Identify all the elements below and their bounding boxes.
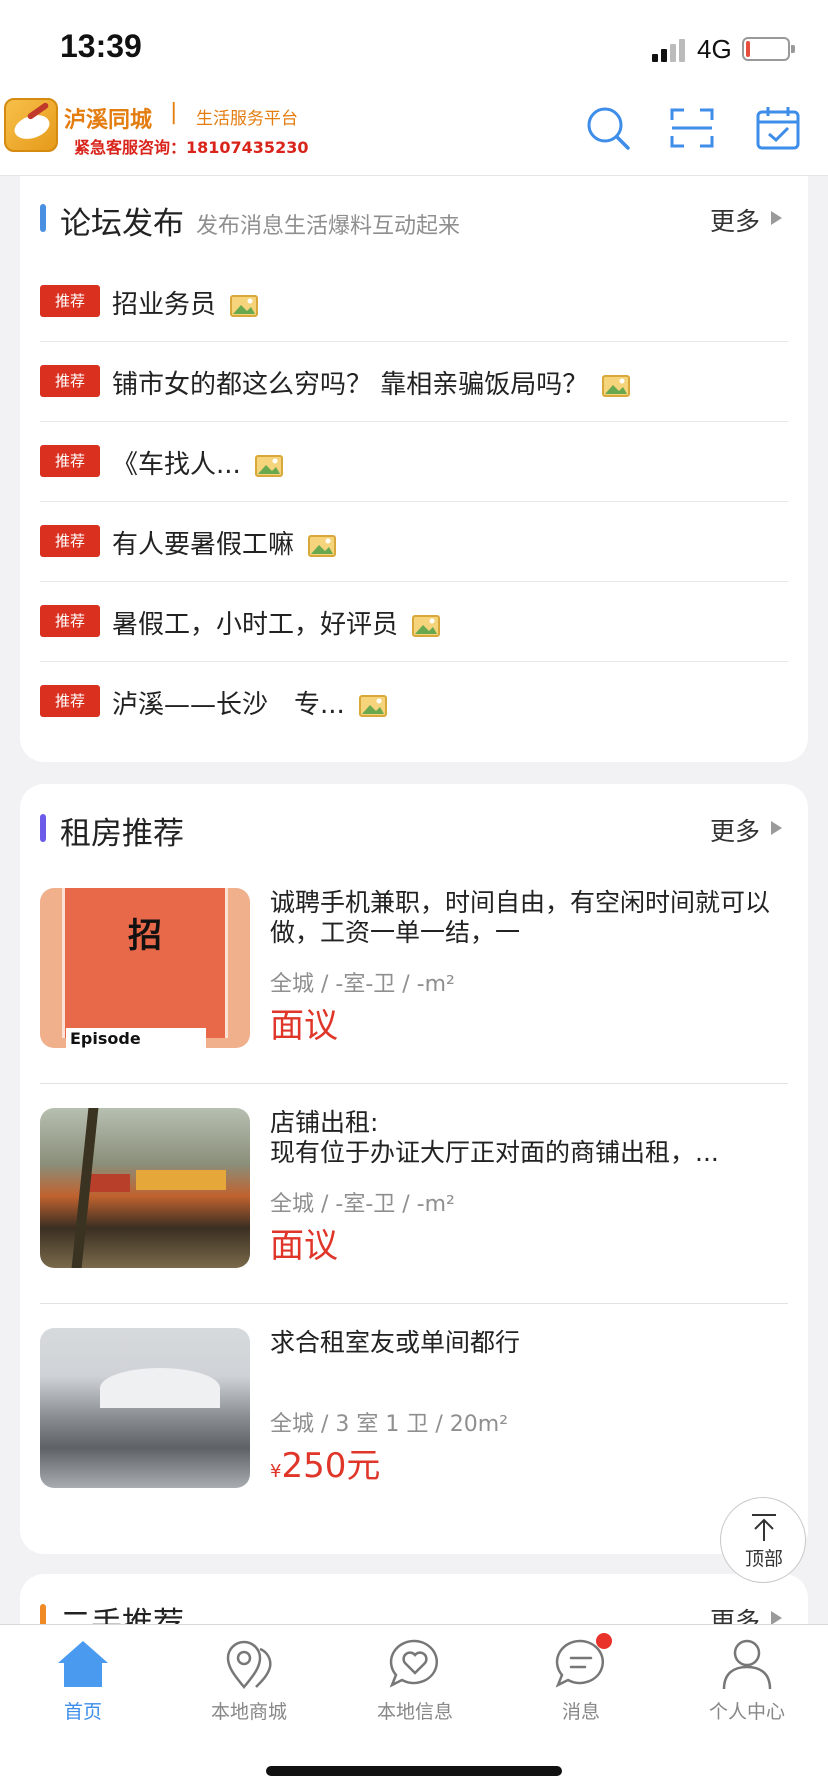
post-title: 有人要暑假工嘛 [112,530,295,560]
listing-title: 店铺出租: 现有位于办证大厅正对面的商铺出租，... [270,1108,719,1167]
rental-listing[interactable]: 店铺出租: 现有位于办证大厅正对面的商铺出租，... 全城 / -室-卫 / -… [40,1084,788,1304]
app-logo [4,98,58,152]
tab-label: 本地信息 [376,1701,453,1723]
tab-local-info[interactable]: 本地信息 [332,1625,498,1725]
recommend-tag: 推荐 [40,525,100,557]
listing-thumbnail: 招 Episode [40,888,250,1048]
rental-card: 租房推荐 更多 招 Episode 诚聘手机兼职，时间自由，有空闲时间就可以做，… [20,784,808,1554]
post-title: 泸溪——长沙 专... [112,690,345,720]
map-pin-icon [226,1640,272,1689]
rental-listing[interactable]: 招 Episode 诚聘手机兼职，时间自由，有空闲时间就可以做，工资一单一结，一… [40,864,788,1084]
rental-more-link[interactable]: 更多 [710,812,760,848]
recommend-tag: 推荐 [40,365,100,397]
post-title: 铺市女的都这么穷吗？ 靠相亲骗饭局吗？ [112,370,589,400]
listing-price-wrap: ¥250元 [270,1438,380,1487]
forum-more-link[interactable]: 更多 [710,202,760,238]
listing-thumbnail [40,1328,250,1488]
listing-price: 250元 [281,1446,381,1486]
forum-post[interactable]: 推荐 招业务员 [40,262,788,342]
post-title-wrap: 铺市女的都这么穷吗？ 靠相亲骗饭局吗？ [112,364,631,401]
image-icon [602,374,631,397]
listing-title: 求合租室友或单间都行 [270,1328,521,1357]
forum-post[interactable]: 推荐 有人要暑假工嘛 [40,502,788,582]
recommend-tag: 推荐 [40,285,100,317]
chevron-right-icon [771,1611,782,1625]
tab-profile[interactable]: 个人中心 [664,1625,828,1725]
heart-bubble-icon [389,1639,439,1688]
forum-card: 论坛发布 发布消息生活爆料互动起来 更多 推荐 招业务员 推荐 铺市女的都这么穷… [20,176,808,762]
network-label: 4G [697,34,732,64]
tab-label: 首页 [63,1701,102,1723]
listing-meta: 全城 / -室-卫 / -m² [270,972,455,997]
tab-messages[interactable]: 消息 [498,1625,664,1725]
tab-label: 个人中心 [708,1701,785,1723]
status-time: 13:39 [60,28,142,64]
signal-icon [652,38,688,62]
post-title-wrap: 招业务员 [112,284,259,321]
home-icon [58,1641,108,1687]
thumb-caption: Episode [66,1028,206,1048]
forum-post[interactable]: 推荐 《车找人... [40,422,788,502]
tab-label: 本地商城 [210,1701,287,1723]
recommend-tag: 推荐 [40,685,100,717]
section-subtitle: 发布消息生活爆料互动起来 [196,214,461,239]
forum-post[interactable]: 推荐 铺市女的都这么穷吗？ 靠相亲骗饭局吗？ [40,342,788,422]
image-icon [412,614,441,637]
post-title: 《车找人... [112,450,241,480]
brand-tagline: 生活服务平台 [196,109,298,129]
notification-dot [596,1633,612,1649]
brand-divider: | [170,100,178,125]
forum-post[interactable]: 推荐 泸溪——长沙 专... [40,662,788,742]
image-icon [308,534,337,557]
rental-header: 租房推荐 更多 [20,784,808,852]
listing-meta: 全城 / -室-卫 / -m² [270,1192,455,1217]
image-icon [254,454,283,477]
search-icon[interactable] [584,104,632,152]
post-title-wrap: 《车找人... [112,444,283,481]
currency-symbol: ¥ [270,1461,282,1482]
image-icon [358,694,387,717]
brand-name: 泸溪同城 [64,108,153,133]
post-title-wrap: 泸溪——长沙 专... [112,684,387,721]
back-to-top-button[interactable]: 顶部 [720,1497,806,1583]
tab-local-mall[interactable]: 本地商城 [166,1625,332,1725]
listing-thumbnail [40,1108,250,1268]
forum-post[interactable]: 推荐 暑假工，小时工，好评员 [40,582,788,662]
recommend-tag: 推荐 [40,605,100,637]
section-title: 论坛发布 [60,206,184,242]
listing-meta: 全城 / 3 室 1 卫 / 20m² [270,1412,509,1437]
battery-icon [742,37,795,61]
back-to-top-label: 顶部 [744,1548,783,1570]
chevron-right-icon [771,821,782,835]
post-title: 招业务员 [112,290,217,320]
section-accent-bar [40,814,46,842]
hotline-text: 紧急客服咨询：18107435230 [74,138,309,157]
listing-price: 面议 [270,1006,338,1046]
forum-header: 论坛发布 发布消息生活爆料互动起来 更多 [20,176,808,242]
chevron-right-icon [771,211,782,225]
post-title: 暑假工，小时工，好评员 [112,610,399,640]
post-title-wrap: 有人要暑假工嘛 [112,524,337,561]
arrow-up-icon [752,1514,776,1541]
app-header: 泸溪同城 | 生活服务平台 紧急客服咨询：18107435230 [0,92,828,176]
thumb-char: 招 [128,916,162,956]
scan-icon[interactable] [668,104,716,152]
listing-title: 诚聘手机兼职，时间自由，有空闲时间就可以做，工资一单一结，一 [270,888,771,947]
user-icon [722,1639,772,1690]
recommend-tag: 推荐 [40,445,100,477]
tab-label: 消息 [561,1701,600,1723]
image-icon [230,294,259,317]
status-bar: 13:39 4G [0,0,828,92]
home-indicator [266,1766,562,1776]
calendar-check-icon[interactable] [754,104,802,152]
section-title: 租房推荐 [60,816,184,852]
rental-listing[interactable]: 求合租室友或单间都行 全城 / 3 室 1 卫 / 20m² ¥250元 [40,1304,788,1524]
listing-price: 面议 [270,1226,338,1266]
section-accent-bar [40,204,46,232]
tab-home[interactable]: 首页 [0,1625,166,1725]
post-title-wrap: 暑假工，小时工，好评员 [112,604,441,641]
